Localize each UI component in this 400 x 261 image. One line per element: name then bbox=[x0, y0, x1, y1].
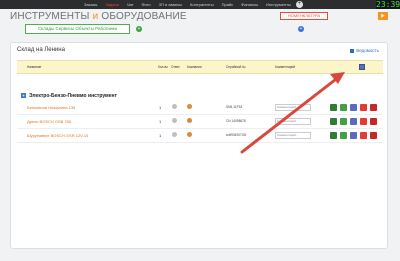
nav-item-photo[interactable]: Фото bbox=[141, 2, 150, 7]
nav-item-tasks[interactable]: Задачи bbox=[105, 2, 118, 7]
nav-item-orders[interactable]: Заказы bbox=[84, 2, 97, 7]
table-row: Шуруповерт BOSCH GSR 12V-15 1 sn5934907O… bbox=[17, 129, 383, 143]
nav-item-tools[interactable]: Инструменты bbox=[266, 2, 291, 7]
clock: 23:39 bbox=[376, 0, 400, 9]
company-avatar-icon bbox=[187, 118, 192, 123]
expand-icon[interactable]: + bbox=[21, 93, 26, 99]
nav-item-finance[interactable]: Финансы bbox=[241, 2, 258, 7]
print-icon bbox=[350, 48, 355, 53]
nav-item-chat[interactable]: Чат bbox=[127, 2, 134, 7]
warehouses-button[interactable]: Склады Сервисы Объекты Работники bbox=[25, 24, 130, 34]
col-qty: Кол-во bbox=[158, 65, 168, 69]
move-icon[interactable] bbox=[330, 132, 337, 139]
edit-icon[interactable] bbox=[350, 132, 357, 139]
nav-item-price[interactable]: Прайс bbox=[222, 2, 234, 7]
page-title: ИНСТРУМЕНТЫ и ОБОРУДОВАНИЕ bbox=[10, 11, 187, 22]
check-icon[interactable] bbox=[340, 104, 347, 111]
delete-icon[interactable] bbox=[370, 118, 377, 125]
main-menu: Заказы Задачи Чат Фото ЗП и авансы Контр… bbox=[84, 2, 291, 7]
card-title: Склад на Ленина bbox=[17, 47, 65, 53]
edit-icon[interactable] bbox=[350, 118, 357, 125]
go-button[interactable]: ▶ bbox=[378, 12, 388, 20]
delete-icon[interactable] bbox=[370, 132, 377, 139]
top-nav-bar: Заказы Задачи Чат Фото ЗП и авансы Контр… bbox=[0, 0, 400, 9]
company-avatar-icon bbox=[187, 132, 192, 137]
check-icon[interactable] bbox=[340, 118, 347, 125]
col-serial: Серийный № bbox=[226, 65, 246, 69]
item-qty: 1 bbox=[159, 119, 162, 124]
item-name[interactable]: Дрель BOSCH GSB 780 bbox=[27, 119, 71, 124]
flag-icon[interactable] bbox=[360, 132, 367, 139]
item-qty: 1 bbox=[159, 105, 162, 110]
nomenclature-button[interactable]: НОМЕНКЛАТУРА bbox=[280, 12, 328, 20]
comment-input[interactable]: Комментарий... bbox=[275, 132, 311, 139]
company-avatar-icon bbox=[187, 104, 192, 109]
column-settings-icon[interactable] bbox=[359, 64, 365, 70]
statement-link[interactable]: Ведомость bbox=[350, 48, 379, 53]
item-serial: CN 14098678 bbox=[226, 119, 246, 123]
table-row: Дрель BOSCH GSB 780 1 CN 14098678 Коммен… bbox=[17, 115, 383, 129]
edit-icon[interactable] bbox=[350, 104, 357, 111]
flag-icon[interactable] bbox=[360, 118, 367, 125]
nav-item-contractors[interactable]: Контрагенты bbox=[190, 2, 214, 7]
group-header: + Электро-Бензо-Пневмо инструмент bbox=[21, 93, 117, 99]
add-blue-icon[interactable]: + bbox=[298, 26, 304, 32]
add-green-icon[interactable]: + bbox=[136, 26, 142, 32]
owner-avatar-icon bbox=[172, 118, 177, 123]
item-serial: SN5-11P18 bbox=[226, 105, 243, 109]
owner-avatar-icon bbox=[172, 132, 177, 137]
col-comment: Комментарий bbox=[275, 65, 296, 69]
comment-input[interactable]: Комментарий... bbox=[275, 104, 311, 111]
warehouse-card: Склад на Ленина Ведомость Название Кол-в… bbox=[10, 42, 388, 249]
comment-input[interactable]: Комментарий... bbox=[275, 118, 311, 125]
delete-icon[interactable] bbox=[370, 104, 377, 111]
item-serial: sn5934907O8 bbox=[226, 133, 247, 137]
group-name: Электро-Бензо-Пневмо инструмент bbox=[29, 93, 117, 99]
flag-icon[interactable] bbox=[360, 104, 367, 111]
item-name[interactable]: Шуруповерт BOSCH GSR 12V-15 bbox=[27, 133, 88, 138]
table-row: Бензопила Husqvarna 135 1 SN5-11P18 Комм… bbox=[17, 101, 383, 115]
add-button[interactable]: + bbox=[296, 1, 303, 8]
page-title-part1: ИНСТРУМЕНТЫ bbox=[10, 11, 93, 22]
statement-link-label: Ведомость bbox=[356, 48, 379, 53]
table-header: Название Кол-во Ответ. Компания Серийный… bbox=[17, 60, 383, 74]
col-company: Компания bbox=[187, 65, 202, 69]
move-icon[interactable] bbox=[330, 118, 337, 125]
check-icon[interactable] bbox=[340, 132, 347, 139]
owner-avatar-icon bbox=[172, 104, 177, 109]
page-title-part2: ОБОРУДОВАНИЕ bbox=[98, 11, 187, 22]
item-name[interactable]: Бензопила Husqvarna 135 bbox=[27, 105, 75, 110]
col-owner: Ответ. bbox=[171, 65, 181, 69]
col-name: Название bbox=[27, 65, 42, 69]
item-qty: 1 bbox=[159, 133, 162, 138]
move-icon[interactable] bbox=[330, 104, 337, 111]
nav-item-salary[interactable]: ЗП и авансы bbox=[159, 2, 182, 7]
